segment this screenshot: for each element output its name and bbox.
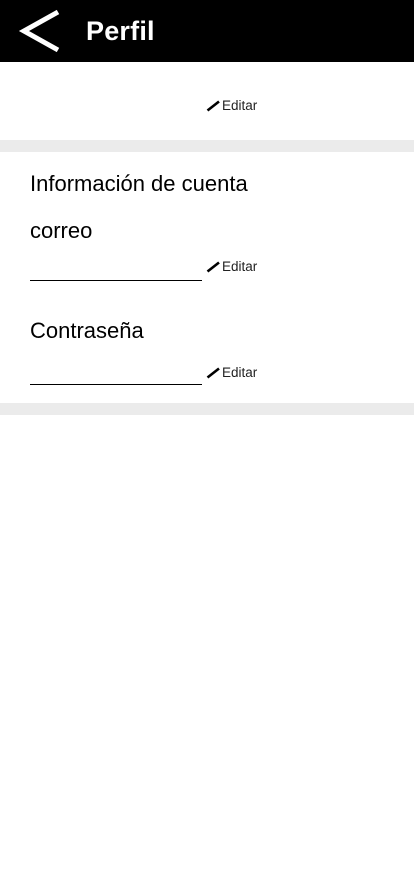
- password-edit-button[interactable]: Editar: [206, 365, 257, 380]
- email-field[interactable]: [30, 261, 202, 281]
- app-header: Perfil: [0, 0, 414, 62]
- page-title: Perfil: [86, 16, 155, 46]
- email-label: correo: [30, 218, 93, 243]
- password-field[interactable]: [30, 365, 202, 385]
- password-edit-label: Editar: [222, 365, 258, 380]
- back-button[interactable]: [18, 8, 64, 54]
- profile-edit-label: Editar: [222, 98, 258, 113]
- email-edit-label: Editar: [222, 259, 258, 274]
- password-label: Contraseña: [30, 318, 144, 343]
- section-divider: [0, 403, 414, 415]
- profile-section: Editar: [0, 62, 414, 140]
- pencil-icon: [206, 260, 220, 273]
- chevron-left-icon: [18, 9, 60, 53]
- email-edit-button[interactable]: Editar: [206, 259, 257, 274]
- profile-edit-button[interactable]: Editar: [206, 98, 257, 113]
- section-divider: [0, 140, 414, 152]
- pencil-icon: [206, 99, 220, 112]
- pencil-icon: [206, 366, 220, 379]
- account-section-title: Información de cuenta: [30, 171, 248, 196]
